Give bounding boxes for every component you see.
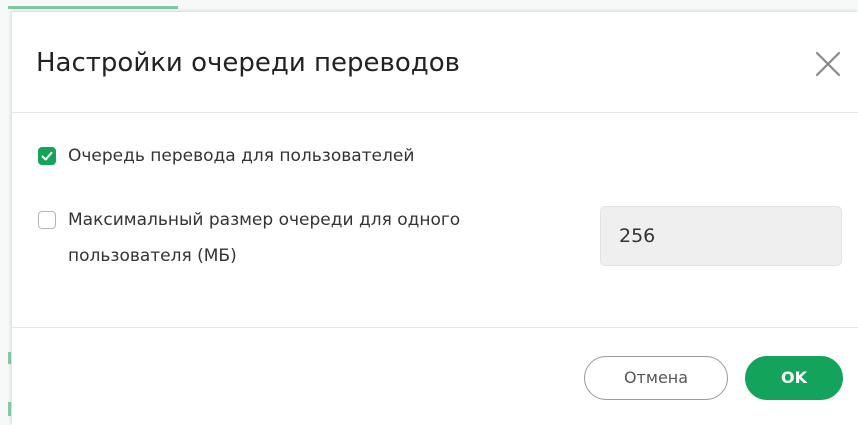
dialog-title: Настройки очереди переводов — [36, 48, 460, 78]
header-divider — [12, 112, 858, 113]
user-queue-checkbox[interactable] — [38, 147, 56, 165]
footer-divider — [12, 327, 858, 328]
transfer-queue-settings-dialog: Настройки очереди переводов Очередь пере… — [12, 12, 858, 425]
background-edge-mark — [8, 352, 11, 364]
max-size-label-line1: Максимальный размер очереди для одного — [68, 210, 461, 230]
background-left-edge — [0, 12, 12, 425]
background-app-strip — [0, 0, 858, 12]
dialog-header: Настройки очереди переводов — [12, 12, 858, 112]
close-button[interactable] — [812, 48, 844, 80]
max-size-label-line2: пользователя (МБ) — [68, 246, 237, 266]
ok-button[interactable]: OK — [745, 356, 843, 400]
background-edge-mark — [8, 402, 11, 416]
max-size-checkbox[interactable] — [38, 211, 56, 229]
background-tab-underline — [8, 0, 178, 9]
close-icon — [815, 51, 841, 77]
cancel-button[interactable]: Отмена — [584, 356, 728, 400]
checkmark-icon — [41, 151, 53, 161]
max-size-input[interactable]: 256 — [600, 206, 842, 266]
user-queue-label: Очередь перевода для пользователей — [68, 146, 415, 166]
